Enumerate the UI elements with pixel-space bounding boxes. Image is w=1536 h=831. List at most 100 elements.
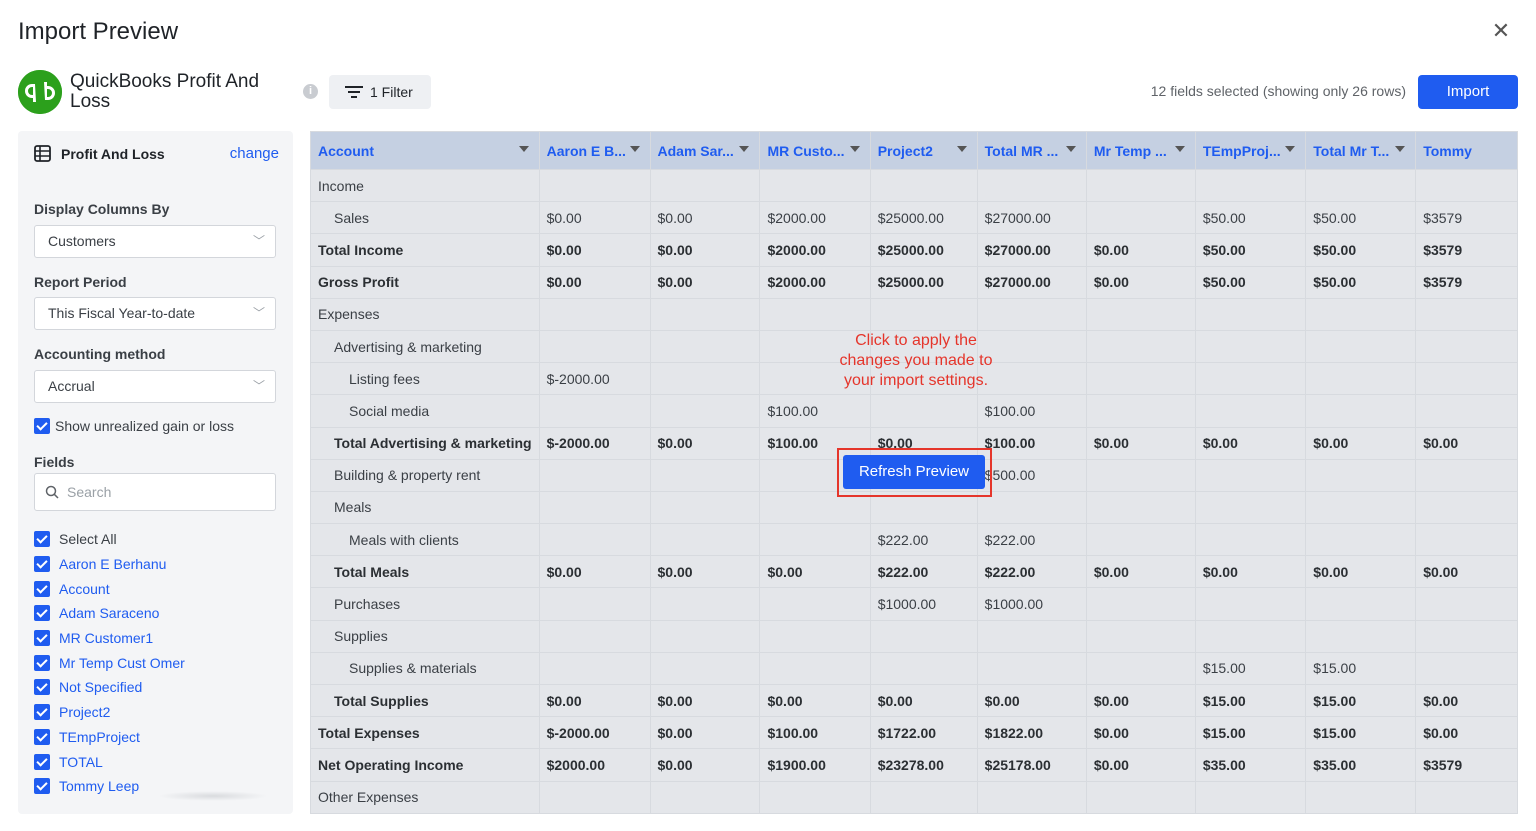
dropdown-arrow-icon[interactable] xyxy=(1065,146,1076,152)
value-cell xyxy=(1305,394,1417,428)
fields-search[interactable] xyxy=(34,473,276,511)
field-checkbox-item[interactable]: Aaron E Berhanu xyxy=(34,552,279,577)
accounting-method-label: Accounting method xyxy=(34,346,166,362)
field-checkbox-item[interactable]: Mr Temp Cust Omer xyxy=(34,650,279,675)
dropdown-arrow-icon[interactable] xyxy=(739,146,750,152)
column-header[interactable]: MR Custo... xyxy=(759,131,871,170)
chevron-down-icon: ﹀ xyxy=(252,379,265,393)
checkbox-checked-icon xyxy=(34,728,50,745)
dropdown-arrow-icon[interactable] xyxy=(629,146,640,152)
value-cell: $0.00 xyxy=(1305,426,1417,460)
field-checkbox-item[interactable]: Account xyxy=(34,576,279,601)
refresh-preview-button[interactable]: Refresh Preview xyxy=(843,455,985,489)
column-header[interactable]: Tommy xyxy=(1415,131,1518,170)
field-label: MR Customer1 xyxy=(59,630,154,647)
field-label: Mr Temp Cust Omer xyxy=(59,654,185,671)
value-cell xyxy=(1194,587,1307,621)
table-row: Supplies & materials $15.00 $15.00 xyxy=(310,651,1518,686)
value-cell: $0.00 xyxy=(1085,265,1196,299)
column-header[interactable]: Account xyxy=(310,131,540,170)
account-cell: Meals xyxy=(310,490,540,525)
column-header[interactable]: Total MR ... xyxy=(976,131,1087,170)
dropdown-arrow-icon[interactable] xyxy=(1285,146,1296,152)
value-cell xyxy=(1085,394,1196,428)
value-cell xyxy=(976,780,1087,814)
value-cell xyxy=(538,651,651,686)
value-cell xyxy=(649,394,761,428)
dropdown-arrow-icon[interactable] xyxy=(956,146,967,152)
account-cell: Income xyxy=(310,168,540,203)
value-cell: $0.00 xyxy=(1085,233,1196,267)
info-icon[interactable]: i xyxy=(303,84,318,99)
search-input[interactable] xyxy=(67,484,257,500)
report-header: Profit And Loss change xyxy=(34,145,279,162)
display-columns-select[interactable]: Customers ﹀ xyxy=(34,225,276,258)
value-cell xyxy=(538,168,651,203)
value-cell: $222.00 xyxy=(976,555,1087,589)
field-checkbox-item[interactable]: TEmpProject xyxy=(34,725,279,750)
report-period-value: This Fiscal Year-to-date xyxy=(48,305,196,321)
value-cell xyxy=(1415,587,1518,621)
account-cell: Gross Profit xyxy=(310,265,540,299)
value-cell xyxy=(869,394,978,428)
checkbox-checked-icon xyxy=(34,679,50,696)
dropdown-arrow-icon[interactable] xyxy=(518,146,529,152)
field-checkbox-item[interactable]: Not Specified xyxy=(34,675,279,700)
report-name: Profit And Loss xyxy=(61,145,165,162)
value-cell xyxy=(538,394,651,428)
column-header[interactable]: Total Mr T... xyxy=(1305,131,1417,170)
value-cell xyxy=(1305,780,1417,814)
account-cell: Total Income xyxy=(310,233,540,267)
field-checkbox-item[interactable]: Adam Saraceno xyxy=(34,601,279,626)
field-checkbox-item[interactable]: TOTAL xyxy=(34,749,279,774)
value-cell xyxy=(1415,651,1518,686)
value-cell xyxy=(1415,297,1518,331)
value-cell xyxy=(1415,523,1518,557)
value-cell xyxy=(976,651,1087,686)
change-link[interactable]: change xyxy=(230,145,279,162)
value-cell: $0.00 xyxy=(759,555,871,589)
value-cell xyxy=(976,490,1087,525)
dropdown-arrow-icon[interactable] xyxy=(1174,146,1185,152)
value-cell: $0.00 xyxy=(538,683,651,718)
dropdown-arrow-icon[interactable] xyxy=(1395,146,1406,152)
dropdown-arrow-icon[interactable] xyxy=(849,146,860,152)
column-header[interactable]: TEmpProj... xyxy=(1194,131,1307,170)
column-header-label: MR Custo... xyxy=(767,142,845,159)
checkbox-checked-icon xyxy=(34,778,50,795)
column-header-label: Mr Temp ... xyxy=(1093,142,1167,159)
value-cell xyxy=(649,523,761,557)
column-header[interactable]: Mr Temp ... xyxy=(1085,131,1196,170)
field-label: Select All xyxy=(59,531,117,548)
filter-button[interactable]: 1 Filter xyxy=(329,75,431,109)
unrealized-gain-checkbox[interactable]: Show unrealized gain or loss xyxy=(34,418,234,434)
column-header[interactable]: Project2 xyxy=(869,131,978,170)
import-button[interactable]: Import xyxy=(1418,75,1518,109)
table-row: Purchases $1000.00 $1000.00 xyxy=(310,587,1518,621)
column-header-label: Project2 xyxy=(877,142,933,159)
chevron-down-icon: ﹀ xyxy=(252,234,265,248)
field-checkbox-item[interactable]: MR Customer1 xyxy=(34,626,279,651)
select-all-checkbox[interactable]: Select All xyxy=(34,527,279,552)
value-cell: $1000.00 xyxy=(976,587,1087,621)
accounting-method-select[interactable]: Accrual ﹀ xyxy=(34,370,276,403)
column-header[interactable]: Aaron E B... xyxy=(538,131,651,170)
value-cell: $0.00 xyxy=(1085,555,1196,589)
value-cell: $2000.00 xyxy=(538,748,651,782)
column-header[interactable]: Adam Sar... xyxy=(649,131,761,170)
report-period-select[interactable]: This Fiscal Year-to-date ﹀ xyxy=(34,297,276,330)
close-icon[interactable]: ✕ xyxy=(1490,20,1512,42)
value-cell xyxy=(1415,619,1518,653)
value-cell: $0.00 xyxy=(649,748,761,782)
value-cell xyxy=(759,297,871,331)
value-cell: $0.00 xyxy=(759,683,871,718)
field-label: Project2 xyxy=(59,704,111,721)
value-cell xyxy=(538,490,651,525)
value-cell xyxy=(759,651,871,686)
field-checkbox-item[interactable]: Project2 xyxy=(34,700,279,725)
value-cell: $0.00 xyxy=(1085,683,1196,718)
unrealized-gain-label: Show unrealized gain or loss xyxy=(55,418,234,434)
value-cell: $27000.00 xyxy=(976,265,1087,299)
value-cell: $100.00 xyxy=(976,394,1087,428)
value-cell xyxy=(1194,362,1307,396)
